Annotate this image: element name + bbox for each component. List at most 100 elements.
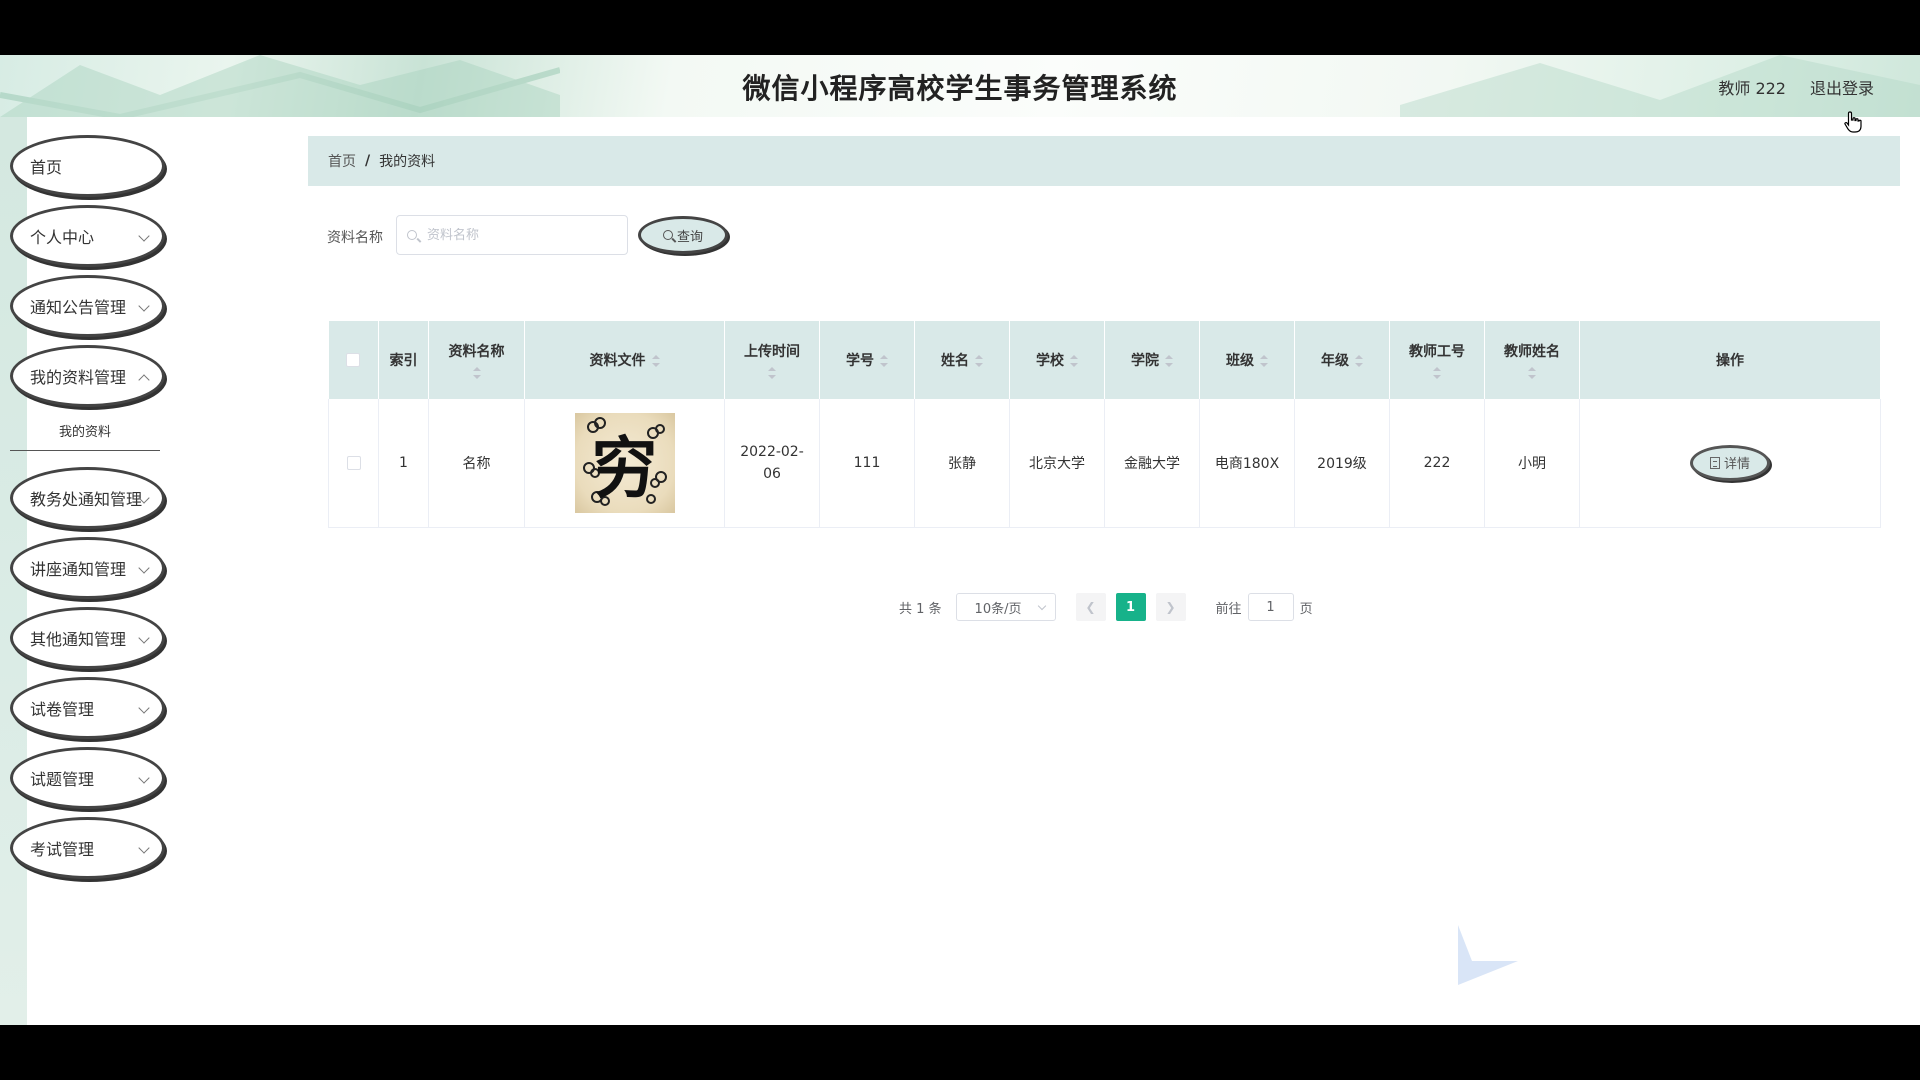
chevron-down-icon <box>138 562 150 574</box>
cell-class: 电商180X <box>1199 399 1295 528</box>
cell-index: 1 <box>378 399 429 528</box>
breadcrumb: 首页 / 我的资料 <box>308 136 1900 186</box>
chevron-down-icon <box>138 772 150 784</box>
sort-icon[interactable] <box>880 355 888 367</box>
sidebar-item-personal-center[interactable]: 个人中心 <box>10 205 165 267</box>
column-header-file[interactable]: 资料文件 <box>524 321 725 399</box>
column-header-name[interactable]: 资料名称 <box>428 321 525 399</box>
detail-button[interactable]: 详情 <box>1690 444 1770 481</box>
search-label: 资料名称 <box>327 230 383 246</box>
sidebar-item-question-management[interactable]: 试题管理 <box>10 747 165 809</box>
current-user-label: 教师 222 <box>1718 79 1786 98</box>
cell-grade: 2019级 <box>1294 399 1390 528</box>
sort-icon[interactable] <box>1528 367 1536 379</box>
sidebar-item-label: 我的资料管理 <box>30 368 127 387</box>
chevron-down-icon <box>1037 601 1046 611</box>
sidebar-item-label: 试卷管理 <box>30 700 95 719</box>
column-header-college[interactable]: 学院 <box>1104 321 1200 399</box>
cell-actions: 详情 <box>1579 399 1881 528</box>
sidebar-item-home[interactable]: 首页 <box>10 135 165 197</box>
chevron-up-icon <box>138 374 150 386</box>
query-button[interactable]: 查询 <box>638 216 728 254</box>
sidebar-item-label: 讲座通知管理 <box>30 560 127 579</box>
cell-name: 名称 <box>428 399 525 528</box>
page-suffix-label: 页 <box>1299 601 1313 617</box>
sort-icon[interactable] <box>1355 355 1363 367</box>
next-page-button[interactable]: ❯ <box>1155 593 1186 621</box>
logout-button[interactable]: 退出登录 <box>1810 75 1874 99</box>
chevron-down-icon <box>138 702 150 714</box>
cell-student-name: 张静 <box>914 399 1010 528</box>
page-number-current[interactable]: 1 <box>1115 593 1146 621</box>
sort-icon[interactable] <box>651 355 660 367</box>
sort-icon[interactable] <box>975 355 983 367</box>
search-icon <box>407 230 417 240</box>
page-size-value: 10条/页 <box>974 601 1022 617</box>
top-header: 微信小程序高校学生事务管理系统 教师 222 退出登录 <box>0 55 1920 133</box>
goto-label: 前往 <box>1215 601 1242 617</box>
cell-teacher-name: 小明 <box>1484 399 1580 528</box>
chevron-down-icon <box>138 230 150 242</box>
sidebar-item-label: 试题管理 <box>30 770 95 789</box>
table-header-row: 索引 资料名称 资料文件 上传时间 学号 姓名 学校 学院 班级 年级 教师工号… <box>328 321 1881 399</box>
sort-icon[interactable] <box>1070 355 1078 367</box>
sort-icon[interactable] <box>768 367 776 379</box>
sidebar-subitem-my-materials[interactable]: 我的资料 <box>10 411 160 451</box>
column-header-class[interactable]: 班级 <box>1199 321 1295 399</box>
row-checkbox[interactable] <box>346 455 361 470</box>
watermark-logo-icon <box>1458 925 1518 985</box>
sidebar-item-label: 考试管理 <box>30 840 95 859</box>
row-select-cell <box>328 399 379 528</box>
column-header-student-name[interactable]: 姓名 <box>914 321 1010 399</box>
chevron-left-icon: ❮ <box>1085 600 1096 614</box>
column-header-student-no[interactable]: 学号 <box>819 321 915 399</box>
hand-cursor-icon <box>1844 111 1862 133</box>
sidebar-item-academic-notice-management[interactable]: 教务处通知管理 <box>10 467 165 529</box>
cell-file: 穷 <box>524 399 725 528</box>
file-thumbnail-image[interactable]: 穷 <box>574 412 675 513</box>
sidebar-item-label: 个人中心 <box>30 228 95 247</box>
search-field <box>396 215 628 255</box>
cell-teacher-no: 222 <box>1389 399 1485 528</box>
column-header-teacher-name[interactable]: 教师姓名 <box>1484 321 1580 399</box>
query-button-label: 查询 <box>676 229 703 245</box>
column-header-upload-time[interactable]: 上传时间 <box>724 321 820 399</box>
sidebar-item-notice-management[interactable]: 通知公告管理 <box>10 275 165 337</box>
column-header-index: 索引 <box>378 321 429 399</box>
sidebar-item-lecture-notice-management[interactable]: 讲座通知管理 <box>10 537 165 599</box>
table-row: 1 名称 穷 2022-02-06 111 张静 北京大学 金融大学 电商180… <box>328 399 1881 528</box>
chevron-right-icon: ❯ <box>1165 600 1176 614</box>
cell-college: 金融大学 <box>1104 399 1200 528</box>
goto-page-input[interactable] <box>1247 593 1294 621</box>
prev-page-button[interactable]: ❮ <box>1075 593 1106 621</box>
sort-icon[interactable] <box>1165 355 1173 367</box>
breadcrumb-home-link[interactable]: 首页 <box>328 151 356 171</box>
column-header-grade[interactable]: 年级 <box>1294 321 1390 399</box>
sidebar-item-my-materials-management[interactable]: 我的资料管理 <box>10 345 165 407</box>
cell-school: 北京大学 <box>1009 399 1105 528</box>
page-size-select[interactable]: 10条/页 <box>955 593 1056 621</box>
chevron-down-icon <box>138 632 150 644</box>
sort-icon[interactable] <box>472 367 481 379</box>
app-title: 微信小程序高校学生事务管理系统 <box>742 72 1178 105</box>
detail-button-label: 详情 <box>1723 457 1750 473</box>
column-header-teacher-no[interactable]: 教师工号 <box>1389 321 1485 399</box>
app-window: 微信小程序高校学生事务管理系统 教师 222 退出登录 首页 个人中心 通知公告… <box>0 55 1920 1025</box>
materials-table: 索引 资料名称 资料文件 上传时间 学号 姓名 学校 学院 班级 年级 教师工号… <box>328 321 1881 528</box>
column-header-school[interactable]: 学校 <box>1009 321 1105 399</box>
pagination-total: 共 1 条 <box>899 601 942 617</box>
sidebar-item-other-notice-management[interactable]: 其他通知管理 <box>10 607 165 669</box>
sort-icon[interactable] <box>1260 355 1268 367</box>
sidebar-item-exam-management[interactable]: 考试管理 <box>10 817 165 879</box>
select-all-checkbox[interactable] <box>346 353 361 367</box>
sort-icon[interactable] <box>1433 367 1441 379</box>
sidebar-item-label: 教务处通知管理 <box>30 490 143 509</box>
sidebar-item-exam-paper-management[interactable]: 试卷管理 <box>10 677 165 739</box>
search-icon <box>662 230 673 240</box>
search-input[interactable] <box>427 227 617 243</box>
document-icon <box>1709 456 1720 469</box>
chevron-down-icon <box>138 842 150 854</box>
chevron-down-icon <box>138 300 150 312</box>
breadcrumb-separator: / <box>365 153 371 169</box>
cell-upload-time: 2022-02-06 <box>724 399 820 528</box>
